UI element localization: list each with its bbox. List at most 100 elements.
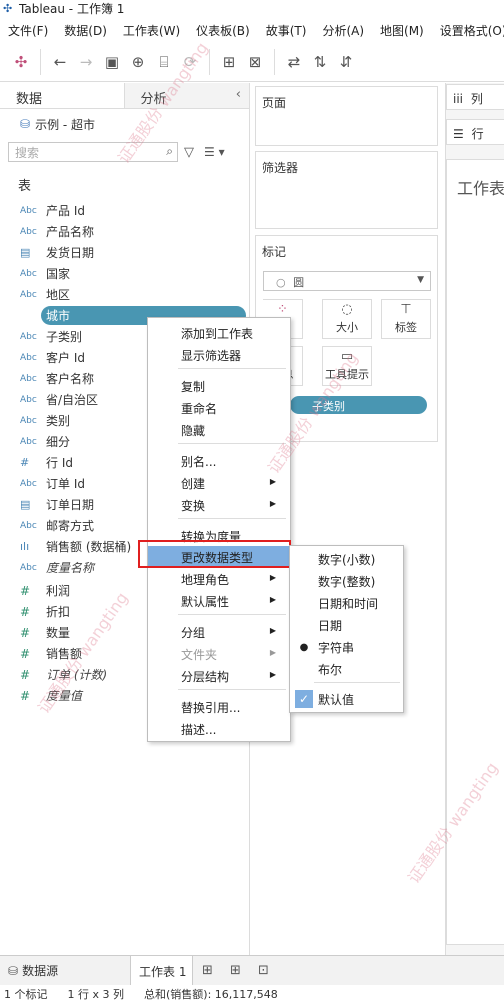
new-dashboard-tab-icon[interactable]: ⊞ <box>221 963 249 978</box>
data-type-option[interactable]: 数字(整数) <box>290 570 403 592</box>
title-bar: ✣ Tableau - 工作簿 1 <box>0 0 504 17</box>
search-placeholder: 搜索 <box>15 145 40 160</box>
menu-worksheet[interactable]: 工作表(W) <box>115 22 188 39</box>
context-menu-item[interactable]: 复制 <box>148 375 290 397</box>
data-type-option[interactable]: 布尔 <box>290 658 403 680</box>
tab-analysis[interactable]: 分析 ‹ <box>124 83 249 108</box>
context-menu-item[interactable]: 地理角色 ▶ <box>148 568 290 590</box>
collapse-icon[interactable]: ‹ <box>236 87 241 102</box>
field-item[interactable]: Abc 地区 <box>0 284 250 305</box>
context-menu-item[interactable]: 变换 ▶ <box>148 494 290 516</box>
label-button[interactable]: ⊤ 标签 <box>381 299 431 339</box>
save-icon[interactable]: ▣ <box>99 49 125 75</box>
clear-sheet-icon[interactable]: ⊠ <box>242 49 268 75</box>
menu-data[interactable]: 数据(D) <box>56 22 115 39</box>
worksheet-canvas[interactable]: 工作表 <box>446 159 504 945</box>
datasource-item[interactable]: ⛁ 示例 - 超市 <box>0 109 249 139</box>
data-type-option[interactable]: 数字(小数) <box>290 548 403 570</box>
datasource-icon[interactable]: ⌸ <box>151 49 177 75</box>
redo-icon[interactable]: → <box>73 49 99 75</box>
menu-file[interactable]: 文件(F) <box>0 22 56 39</box>
context-menu-item[interactable]: 默认属性 ▶ <box>148 590 290 612</box>
menu-map[interactable]: 地图(M) <box>372 22 432 39</box>
status-dims: 1 行 x 3 列 <box>67 987 125 1001</box>
field-item[interactable]: Abc 产品 Id <box>0 200 250 221</box>
sort-desc-icon[interactable]: ⇵ <box>333 49 359 75</box>
context-menu-item[interactable]: 隐藏 <box>148 419 290 441</box>
string-type-icon: Abc <box>20 415 37 426</box>
context-menu-item-label: 变换 <box>181 499 206 513</box>
field-item[interactable]: Abc 国家 <box>0 263 250 284</box>
data-type-option[interactable]: 日期 <box>290 614 403 636</box>
context-menu-item[interactable]: 描述... <box>148 718 290 740</box>
data-type-option[interactable]: 日期和时间 <box>290 592 403 614</box>
date-type-icon: ▤ <box>20 498 31 511</box>
columns-shelf[interactable]: iii 列 <box>446 84 504 110</box>
mark-type-select[interactable]: ○ 圆 ▼ <box>263 271 431 291</box>
tableau-logo-icon[interactable]: ✣ <box>8 49 34 75</box>
pages-shelf[interactable]: 页面 <box>255 86 438 146</box>
sheet-tab[interactable]: 工作表 1 <box>130 955 194 986</box>
filter-icon[interactable]: ▽ <box>184 145 194 160</box>
bin-type-icon: ılı <box>20 540 30 553</box>
rows-label: 行 <box>471 127 484 141</box>
tab-data[interactable]: 数据 <box>0 83 125 108</box>
string-type-icon: Abc <box>20 289 37 300</box>
submenu-arrow-icon: ▶ <box>269 477 276 486</box>
context-menu-item[interactable]: 分组 ▶ <box>148 621 290 643</box>
number-type-icon: # <box>20 604 31 619</box>
tooltip-icon: ▭ <box>340 349 354 364</box>
menu-analysis[interactable]: 分析(A) <box>314 22 372 39</box>
context-menu-item[interactable]: 分层结构 ▶ <box>148 665 290 687</box>
context-menu-item[interactable]: 文件夹 ▶ <box>148 643 290 665</box>
data-type-option[interactable]: ✓ 默认值 <box>290 688 403 710</box>
menu-dashboard[interactable]: 仪表板(B) <box>188 22 258 39</box>
refresh-icon[interactable]: ⟳ <box>177 49 203 75</box>
new-story-tab-icon[interactable]: ⊡ <box>249 963 277 978</box>
data-type-label: 日期 <box>318 619 343 633</box>
menu-story[interactable]: 故事(T) <box>258 22 315 39</box>
database-icon: ⛁ <box>20 117 31 131</box>
subcategory-pill[interactable]: 子类别 <box>290 396 427 414</box>
tooltip-button[interactable]: ▭ 工具提示 <box>322 346 372 386</box>
context-menu-item[interactable]: 显示筛选器 <box>148 344 290 366</box>
context-menu-item[interactable]: 创建 ▶ <box>148 472 290 494</box>
mark-type-value: 圆 <box>293 276 305 289</box>
context-menu-item[interactable]: 添加到工作表 <box>148 322 290 344</box>
new-worksheet-tab-icon[interactable]: ⊞ <box>193 963 221 978</box>
field-item[interactable]: Abc 产品名称 <box>0 221 250 242</box>
data-type-label: 布尔 <box>318 663 343 677</box>
context-menu-item[interactable]: 替换引用... <box>148 696 290 718</box>
context-menu-item[interactable]: 别名... <box>148 450 290 472</box>
field-name: 度量名称 <box>46 561 95 575</box>
toolbar: ✣ ← → ▣ ⊕ ⌸ ⟳ ⊞ ⊠ ⇄ ⇅ ⇵ <box>0 42 504 82</box>
context-menu-item[interactable]: 重命名 <box>148 397 290 419</box>
data-type-label: 数字(整数) <box>318 575 376 589</box>
pages-title: 页面 <box>262 96 287 110</box>
sort-asc-icon[interactable]: ⇅ <box>307 49 333 75</box>
new-datasource-icon[interactable]: ⊕ <box>125 49 151 75</box>
field-item[interactable]: ▤ 发货日期 <box>0 242 250 263</box>
selected-dot-icon: ● <box>299 641 309 653</box>
marks-title: 标记 <box>262 245 287 259</box>
rows-shelf[interactable]: ☰ 行 <box>446 119 504 145</box>
view-options-icon[interactable]: ☰ ▾ <box>204 145 225 159</box>
field-name: 折扣 <box>46 605 71 619</box>
datasource-tab[interactable]: ⛁ 数据源 <box>0 962 130 979</box>
menu-format[interactable]: 设置格式(O) <box>432 22 504 39</box>
string-type-icon: Abc <box>20 205 37 216</box>
size-button[interactable]: ◌ 大小 <box>322 299 372 339</box>
chevron-down-icon: ▼ <box>417 275 424 285</box>
size-label: 大小 <box>336 321 358 334</box>
status-sum: 总和(销售额): 16,117,548 <box>144 987 278 1001</box>
new-worksheet-icon[interactable]: ⊞ <box>216 49 242 75</box>
filters-shelf[interactable]: 筛选器 <box>255 151 438 229</box>
menu-separator <box>178 368 286 369</box>
undo-icon[interactable]: ← <box>47 49 73 75</box>
search-input[interactable]: 搜索 ⌕ <box>8 142 178 162</box>
swap-icon[interactable]: ⇄ <box>281 49 307 75</box>
data-type-option[interactable]: ● 字符串 <box>290 636 403 658</box>
string-type-icon: Abc <box>20 394 37 405</box>
sheet-tab-bar: ⛁ 数据源 工作表 1 ⊞ ⊞ ⊡ <box>0 955 504 986</box>
field-name: 订单日期 <box>46 498 95 512</box>
